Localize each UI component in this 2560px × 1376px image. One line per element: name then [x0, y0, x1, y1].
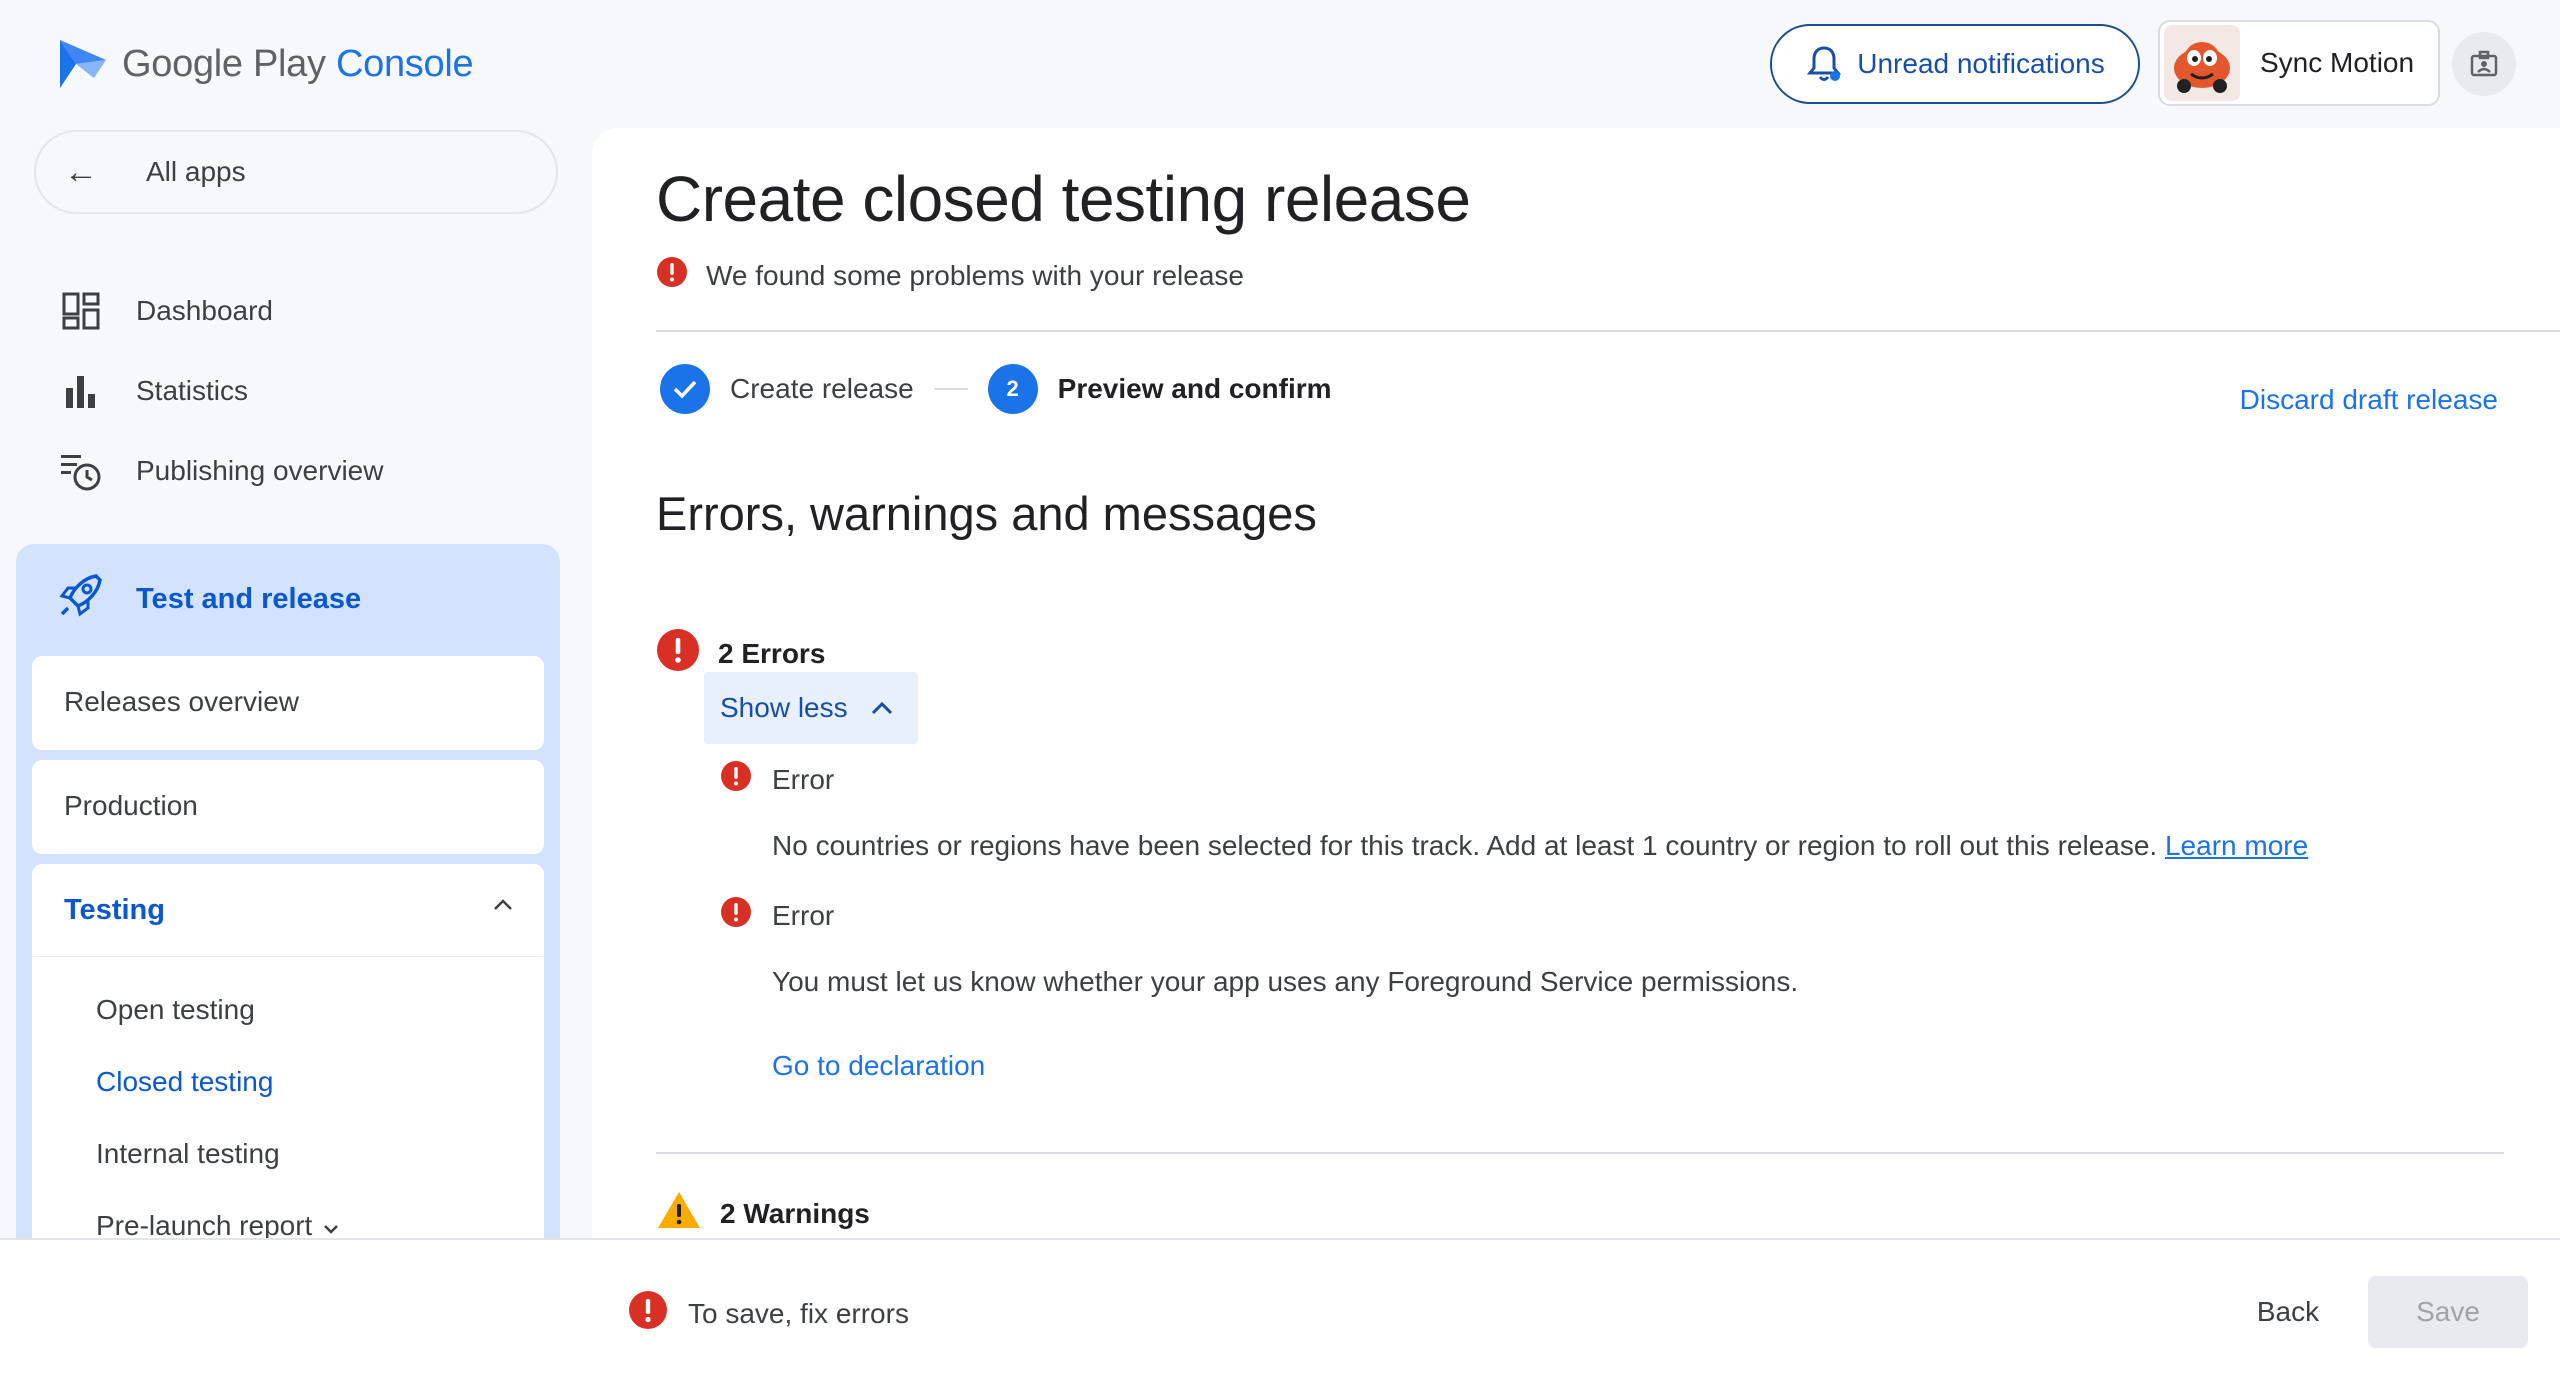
- warnings-header: 2 Warnings: [656, 1190, 870, 1237]
- show-less-button[interactable]: Show less: [704, 672, 918, 744]
- save-button[interactable]: Save: [2368, 1276, 2528, 1348]
- error-icon: [628, 1290, 668, 1337]
- step-create-release[interactable]: Create release: [730, 373, 914, 405]
- sidebar-item-internal-testing[interactable]: Internal testing: [96, 1138, 280, 1170]
- learn-more-link[interactable]: Learn more: [2165, 830, 2308, 861]
- account-name: Sync Motion: [2260, 47, 2415, 78]
- error-message-text: No countries or regions have been select…: [772, 830, 2158, 861]
- sidebar-item-test-and-release[interactable]: Test and release: [58, 572, 361, 626]
- error-icon: [656, 628, 700, 679]
- sidebar-item-label: Dashboard: [136, 295, 273, 326]
- unread-notifications-button[interactable]: Unread notifications: [1770, 24, 2140, 104]
- logo-text: Google Play Console: [122, 42, 474, 85]
- sidebar-item-publishing-overview[interactable]: Publishing overview: [58, 448, 383, 494]
- arrow-back-icon: ←: [64, 152, 98, 191]
- test-and-release-section: Test and release Releases overview Produ…: [16, 544, 560, 1264]
- main-panel: Create closed testing release We found s…: [592, 128, 2560, 1248]
- error-icon: [720, 896, 752, 935]
- sidebar-item-testing[interactable]: Testing: [64, 894, 165, 927]
- divider: [656, 330, 2560, 332]
- chevron-up-icon[interactable]: [492, 898, 514, 917]
- bell-icon: [1807, 46, 1842, 81]
- sidebar-item-dashboard[interactable]: Dashboard: [58, 288, 273, 334]
- footer-bar: To save, fix errors Back Save: [0, 1238, 2560, 1376]
- sidebar-item-releases-overview[interactable]: Releases overview: [32, 656, 544, 750]
- play-console-logo[interactable]: Google Play Console: [58, 38, 474, 90]
- sidebar-item-label: Statistics: [136, 375, 249, 406]
- account-switcher[interactable]: Sync Motion: [2158, 20, 2440, 106]
- step-preview-and-confirm: Preview and confirm: [1057, 373, 1332, 404]
- problem-text: We found some problems with your release: [706, 259, 1244, 291]
- releases-overview-label: Releases overview: [64, 686, 299, 717]
- page-title: Create closed testing release: [656, 163, 1471, 235]
- developer-account-button[interactable]: [2452, 32, 2516, 96]
- production-label: Production: [64, 790, 198, 821]
- show-less-label: Show less: [720, 692, 848, 723]
- release-stepper: Create release 2 Preview and confirm: [660, 364, 1332, 414]
- footer-message-text: To save, fix errors: [688, 1297, 909, 1329]
- badge-icon: [2470, 50, 2498, 77]
- sidebar-item-closed-testing[interactable]: Closed testing: [96, 1066, 273, 1098]
- error-item-title: Error: [720, 896, 834, 935]
- dashboard-icon: [58, 288, 104, 334]
- error-message: You must let us know whether your app us…: [772, 966, 1799, 997]
- divider: [32, 956, 544, 957]
- error-item-title: Error: [720, 760, 834, 799]
- car-mascot-icon: [2174, 42, 2230, 93]
- sidebar-item-statistics[interactable]: Statistics: [58, 368, 248, 414]
- sidebar-item-open-testing[interactable]: Open testing: [96, 994, 255, 1026]
- rocket-icon: [58, 572, 104, 626]
- chevron-up-icon: [871, 701, 892, 715]
- bar-chart-icon: [58, 368, 104, 414]
- section-title: Errors, warnings and messages: [656, 487, 1317, 540]
- go-to-declaration-link[interactable]: Go to declaration: [772, 1050, 985, 1082]
- testing-group: Testing Open testing Closed testing Inte…: [32, 864, 544, 1264]
- release-problem-banner: We found some problems with your release: [656, 256, 1244, 295]
- back-button[interactable]: Back: [2224, 1276, 2352, 1348]
- error-message: No countries or regions have been select…: [772, 830, 2308, 862]
- warnings-count: 2 Warnings: [720, 1197, 870, 1229]
- publishing-history-icon: [58, 448, 104, 494]
- notifications-label: Unread notifications: [1857, 48, 2105, 79]
- all-apps-label: All apps: [146, 156, 246, 187]
- discard-draft-release-button[interactable]: Discard draft release: [2240, 384, 2498, 416]
- sidebar-item-label: Publishing overview: [136, 455, 384, 486]
- error-title: Error: [772, 899, 835, 931]
- sidebar-item-production[interactable]: Production: [32, 760, 544, 854]
- test-and-release-label: Test and release: [136, 582, 362, 615]
- error-icon: [656, 256, 688, 295]
- warning-icon: [656, 1190, 702, 1237]
- step-connector: [933, 388, 968, 390]
- error-title: Error: [772, 763, 835, 795]
- save-error-message: To save, fix errors: [628, 1290, 909, 1337]
- check-icon: [660, 364, 710, 414]
- step-number-badge: 2: [987, 364, 1038, 414]
- errors-count: 2 Errors: [718, 637, 826, 669]
- divider: [656, 1152, 2504, 1154]
- all-apps-button[interactable]: ← All apps: [34, 130, 558, 214]
- error-icon: [720, 760, 752, 799]
- play-console-logo-icon: [60, 40, 106, 88]
- avatar: [2164, 25, 2240, 101]
